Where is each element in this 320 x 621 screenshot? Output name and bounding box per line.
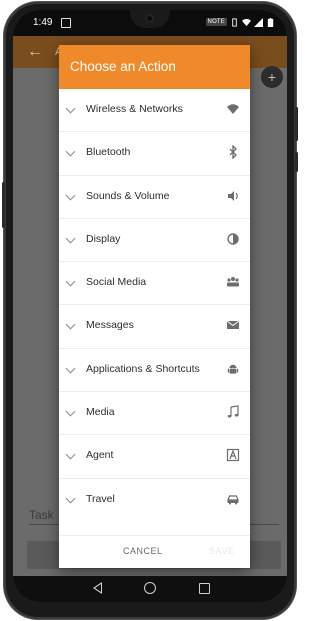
action-item-bluetooth[interactable]: Bluetooth xyxy=(59,132,250,176)
car-icon xyxy=(227,495,239,505)
alert-slider xyxy=(295,152,298,172)
wifi-status-icon xyxy=(242,18,251,26)
chevron-down-icon xyxy=(65,449,76,460)
save-button[interactable]: SAVE xyxy=(209,546,234,556)
chevron-down-icon xyxy=(65,406,76,417)
chevron-down-icon xyxy=(65,493,76,504)
chevron-down-icon xyxy=(65,363,76,374)
bluetooth-icon xyxy=(229,145,237,160)
mail-icon xyxy=(226,321,240,330)
back-arrow-icon[interactable]: ← xyxy=(27,43,43,61)
chevron-down-icon xyxy=(65,190,76,201)
chevron-down-icon xyxy=(65,103,76,114)
chevron-down-icon xyxy=(65,233,76,244)
nav-back-icon[interactable] xyxy=(93,582,102,594)
action-item-label: Display xyxy=(86,232,121,245)
agent-icon xyxy=(226,449,240,462)
chevron-down-icon xyxy=(65,276,76,287)
choose-action-dialog: Choose an Action Wireless & Networks Blu… xyxy=(59,45,250,568)
action-item-messages[interactable]: Messages xyxy=(59,305,250,349)
brightness-icon xyxy=(227,233,239,245)
volume-icon xyxy=(228,190,238,201)
action-item-agent[interactable]: Agent xyxy=(59,435,250,479)
action-item-social-media[interactable]: Social Media xyxy=(59,262,250,306)
camera-icon xyxy=(145,14,154,23)
action-item-label: Messages xyxy=(86,319,134,332)
action-item-label: Wireless & Networks xyxy=(86,103,183,115)
action-item-applications-shortcuts[interactable]: Applications & Shortcuts xyxy=(59,349,250,393)
dialog-actions: CANCEL SAVE xyxy=(59,535,250,568)
vibrate-icon xyxy=(232,17,237,27)
battery-icon xyxy=(267,17,274,27)
nfc-badge: NOTE xyxy=(205,18,227,26)
chevron-down-icon xyxy=(65,146,76,157)
action-item-label: Media xyxy=(86,406,115,419)
action-item-label: Agent xyxy=(86,449,114,462)
nav-home-icon[interactable] xyxy=(144,582,156,594)
people-icon xyxy=(227,277,239,287)
status-icons: NOTE xyxy=(205,16,275,28)
music-note-icon xyxy=(227,405,239,418)
action-item-label: Bluetooth xyxy=(86,146,131,159)
volume-button xyxy=(2,182,5,228)
wifi-icon xyxy=(227,104,239,114)
action-item-label: Social Media xyxy=(86,276,147,289)
add-button[interactable]: + xyxy=(261,66,283,88)
action-item-media[interactable]: Media xyxy=(59,392,250,436)
action-item-wireless-networks[interactable]: Wireless & Networks xyxy=(59,89,250,133)
chevron-down-icon xyxy=(65,320,76,330)
screen: ← A + Task 1:49 NOTE Choose an Action xyxy=(13,10,287,602)
action-item-label: Sounds & Volume xyxy=(86,189,170,202)
android-icon xyxy=(227,364,239,374)
action-item-label: Travel xyxy=(86,492,115,505)
action-item-sounds-volume[interactable]: Sounds & Volume xyxy=(59,176,250,219)
action-item-label: Applications & Shortcuts xyxy=(86,362,200,375)
action-item-travel[interactable]: Travel xyxy=(59,479,250,521)
action-item-display[interactable]: Display xyxy=(59,219,250,263)
signal-icon xyxy=(254,17,263,27)
phone-frame: ← A + Task 1:49 NOTE Choose an Action xyxy=(2,2,298,619)
power-button xyxy=(295,107,298,141)
task-field-label: Task xyxy=(29,508,54,522)
status-time: 1:49 xyxy=(33,17,53,28)
navigation-bar xyxy=(13,576,287,602)
action-list: Wireless & Networks Bluetooth Sounds & V… xyxy=(59,89,250,521)
dialog-title: Choose an Action xyxy=(59,45,250,89)
cancel-button[interactable]: CANCEL xyxy=(123,546,163,556)
nav-recents-icon[interactable] xyxy=(199,583,210,594)
image-notification-icon xyxy=(61,18,71,28)
